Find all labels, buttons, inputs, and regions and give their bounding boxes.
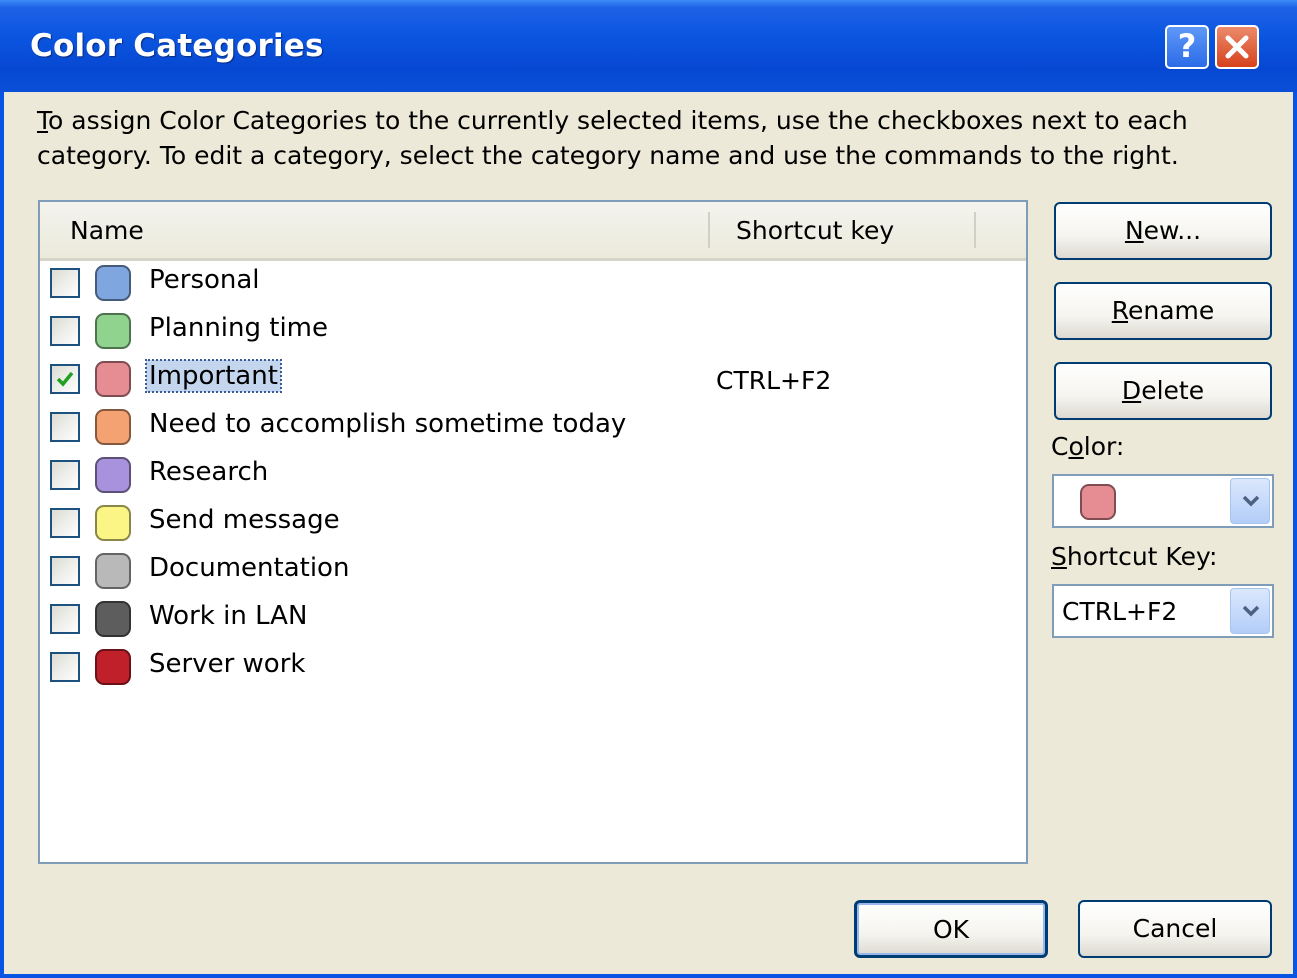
instructions-text: To assign Color Categories to the curren…: [37, 103, 1257, 173]
category-checkbox[interactable]: [50, 364, 80, 394]
category-checkbox[interactable]: [50, 316, 80, 346]
cancel-button[interactable]: Cancel: [1078, 900, 1272, 958]
list-item[interactable]: Need to accomplish sometime today: [40, 402, 1026, 450]
list-item[interactable]: Documentation: [40, 546, 1026, 594]
chevron-down-icon: [1242, 605, 1260, 617]
checkmark-icon: [56, 371, 74, 387]
selected-color-swatch: [1080, 484, 1116, 520]
category-name[interactable]: Research: [146, 456, 271, 488]
column-divider[interactable]: [708, 212, 710, 248]
color-dropdown[interactable]: [1052, 474, 1274, 528]
color-swatch-icon: [95, 505, 131, 541]
title-bar[interactable]: Color Categories ?: [0, 0, 1297, 92]
list-item[interactable]: Send message: [40, 498, 1026, 546]
shortcut-key-label: Shortcut Key:: [1051, 542, 1218, 571]
chevron-down-icon: [1242, 495, 1260, 507]
list-item[interactable]: Server work: [40, 642, 1026, 690]
shortcut-key-dropdown[interactable]: CTRL+F2: [1052, 584, 1274, 638]
color-categories-dialog: Color Categories ? To assign Color Categ…: [0, 0, 1297, 978]
category-name[interactable]: Planning time: [146, 312, 331, 344]
instructions-line-2: category. To edit a category, select the…: [37, 141, 1179, 170]
category-name[interactable]: Server work: [146, 648, 308, 680]
color-swatch-icon: [95, 313, 131, 349]
category-checkbox[interactable]: [50, 604, 80, 634]
category-name[interactable]: Documentation: [146, 552, 352, 584]
color-swatch-icon: [95, 601, 131, 637]
column-header-name[interactable]: Name: [70, 216, 144, 245]
color-swatch-icon: [95, 649, 131, 685]
list-item[interactable]: Personal: [40, 258, 1026, 306]
category-checkbox[interactable]: [50, 268, 80, 298]
color-swatch-icon: [95, 265, 131, 301]
category-checkbox[interactable]: [50, 652, 80, 682]
new-button[interactable]: New...: [1054, 202, 1272, 260]
color-dropdown-arrow[interactable]: [1230, 478, 1270, 524]
category-checkbox[interactable]: [50, 556, 80, 586]
close-button[interactable]: [1215, 25, 1259, 69]
color-label: Color:: [1051, 432, 1125, 461]
category-shortcut: CTRL+F2: [716, 366, 832, 395]
column-divider[interactable]: [974, 212, 976, 248]
category-name[interactable]: Work in LAN: [146, 600, 310, 632]
category-name[interactable]: Send message: [146, 504, 343, 536]
category-checkbox[interactable]: [50, 412, 80, 442]
instructions-line-1: To assign Color Categories to the curren…: [37, 106, 1188, 135]
list-header: Name Shortcut key: [40, 202, 1026, 261]
category-list[interactable]: Name Shortcut key Personal Planning time I…: [38, 200, 1028, 864]
help-icon: ?: [1177, 27, 1197, 65]
category-name[interactable]: Important: [145, 359, 282, 393]
color-swatch-icon: [95, 457, 131, 493]
dialog-title: Color Categories: [30, 28, 324, 64]
list-item[interactable]: Important CTRL+F2: [40, 354, 1026, 402]
help-button[interactable]: ?: [1165, 25, 1209, 69]
list-item[interactable]: Work in LAN: [40, 594, 1026, 642]
column-header-shortcut[interactable]: Shortcut key: [736, 216, 894, 245]
shortcut-key-value: CTRL+F2: [1062, 597, 1178, 626]
color-swatch-icon: [95, 361, 131, 397]
rename-button[interactable]: Rename: [1054, 282, 1272, 340]
ok-button[interactable]: OK: [854, 900, 1048, 958]
color-swatch-icon: [95, 409, 131, 445]
color-swatch-icon: [95, 553, 131, 589]
close-icon: [1225, 35, 1249, 59]
delete-button[interactable]: Delete: [1054, 362, 1272, 420]
shortcut-key-dropdown-arrow[interactable]: [1230, 588, 1270, 634]
category-name[interactable]: Personal: [146, 264, 263, 296]
category-name[interactable]: Need to accomplish sometime today: [146, 408, 629, 440]
list-item[interactable]: Planning time: [40, 306, 1026, 354]
list-item[interactable]: Research: [40, 450, 1026, 498]
category-checkbox[interactable]: [50, 508, 80, 538]
category-checkbox[interactable]: [50, 460, 80, 490]
